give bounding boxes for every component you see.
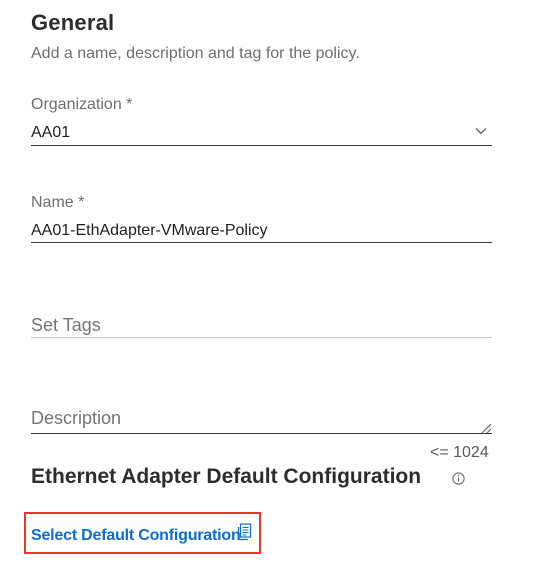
info-icon[interactable] bbox=[452, 472, 465, 485]
select-default-configuration-link[interactable]: Select Default Configuration bbox=[31, 527, 241, 545]
organization-select[interactable]: AA01 bbox=[31, 118, 492, 146]
chevron-down-icon[interactable] bbox=[474, 124, 488, 138]
organization-label: Organization * bbox=[31, 96, 133, 113]
description-textarea[interactable]: Description bbox=[31, 403, 492, 433]
tags-placeholder: Set Tags bbox=[31, 315, 101, 335]
general-subtitle: Add a name, description and tag for the … bbox=[31, 45, 360, 62]
name-input[interactable]: AA01-EthAdapter-VMware-Policy bbox=[31, 216, 492, 243]
tags-underline bbox=[31, 337, 492, 338]
organization-value: AA01 bbox=[31, 124, 71, 141]
name-label: Name * bbox=[31, 194, 85, 211]
tags-input[interactable]: Set Tags bbox=[31, 310, 492, 338]
ethernet-section-title: Ethernet Adapter Default Configuration bbox=[31, 465, 422, 488]
description-underline bbox=[31, 433, 492, 434]
general-title: General bbox=[31, 10, 115, 35]
organization-underline bbox=[31, 145, 492, 146]
description-char-limit: <= 1024 bbox=[430, 444, 489, 461]
clipboard-icon[interactable] bbox=[237, 523, 252, 541]
description-placeholder: Description bbox=[31, 408, 122, 428]
name-value: AA01-EthAdapter-VMware-Policy bbox=[31, 222, 268, 239]
name-underline bbox=[31, 242, 492, 243]
